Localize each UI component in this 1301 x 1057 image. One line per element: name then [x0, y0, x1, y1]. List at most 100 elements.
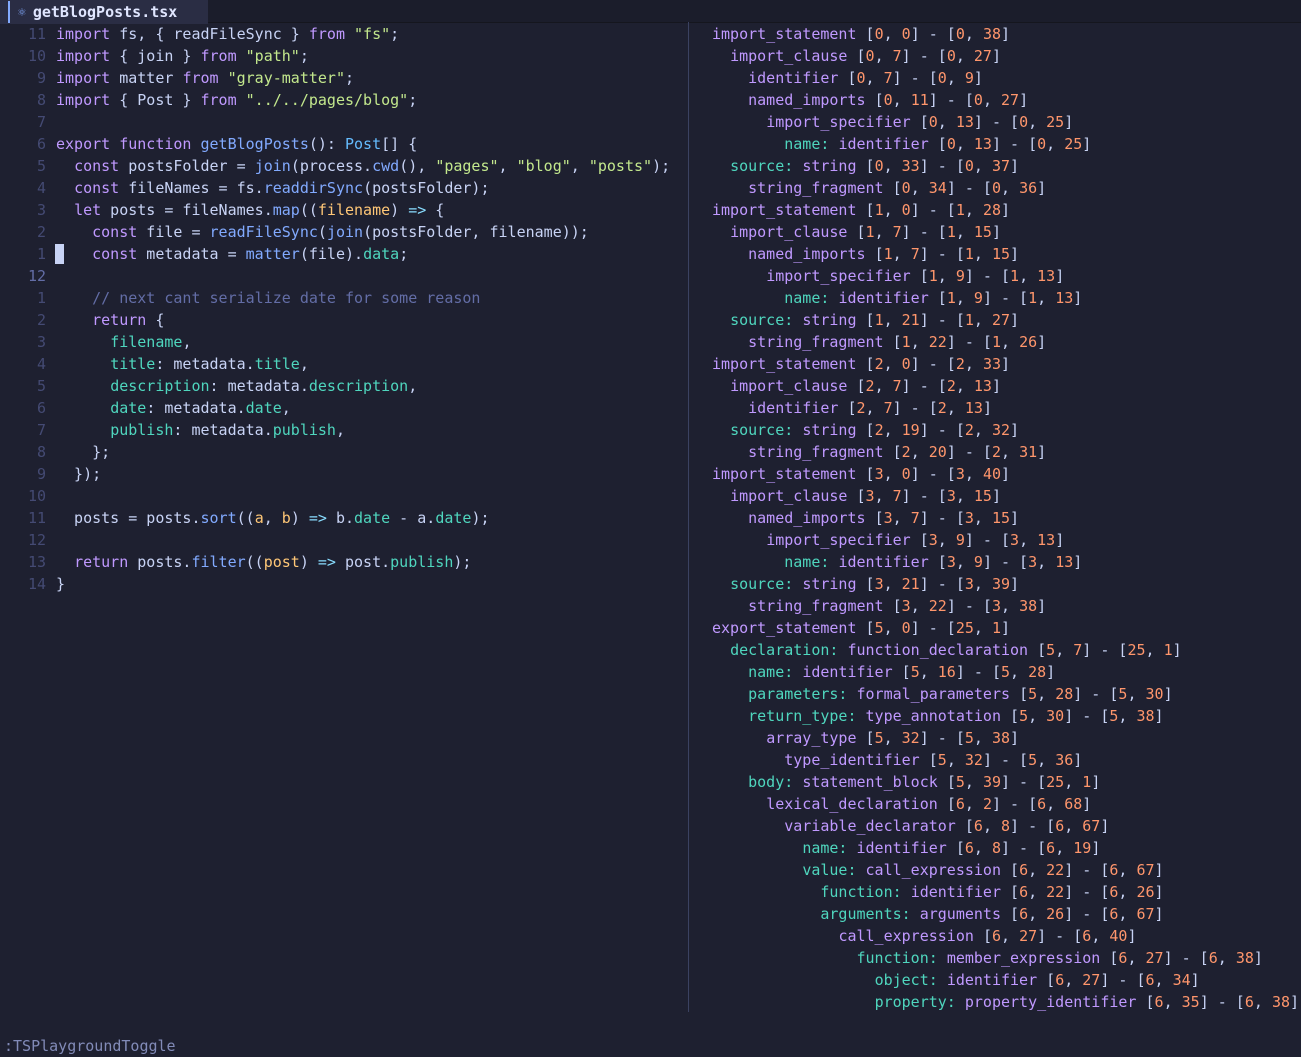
tree-node[interactable]: source: string [2, 19] - [2, 32] [712, 419, 1019, 441]
tree-node[interactable]: identifier [2, 7] - [2, 13] [712, 397, 992, 419]
tree-node[interactable]: array_type [5, 32] - [5, 38] [712, 727, 1019, 749]
line-number: 12 [27, 531, 46, 549]
line-number: 3 [36, 201, 46, 219]
tree-node[interactable]: name: identifier [0, 13] - [0, 25] [712, 133, 1091, 155]
tree-node[interactable]: named_imports [0, 11] - [0, 27] [712, 89, 1028, 111]
tab-getblogposts[interactable]: ⚛ getBlogPosts.tsx [0, 0, 208, 24]
line-number: 4 [36, 355, 46, 373]
tree-node[interactable]: import_clause [1, 7] - [1, 15] [712, 221, 1001, 243]
line-number: 11 [27, 509, 46, 527]
tree-node[interactable]: return_type: type_annotation [5, 30] - [… [712, 705, 1163, 727]
code-text: return { [92, 311, 165, 329]
tree-node[interactable]: import_specifier [3, 9] - [3, 13] [712, 529, 1064, 551]
line-number: 8 [36, 91, 46, 109]
code-editor[interactable]: 11 import fs, { readFileSync } from "fs";… [0, 22, 688, 1012]
code-text: import { Post } from "../../pages/blog"; [56, 91, 418, 109]
tree-node[interactable]: string_fragment [0, 34] - [0, 36] [712, 177, 1046, 199]
react-icon: ⚛ [18, 4, 26, 20]
tree-node[interactable]: named_imports [3, 7] - [3, 15] [712, 507, 1019, 529]
tree-node[interactable]: name: identifier [1, 9] - [1, 13] [712, 287, 1082, 309]
code-text: // next cant serialize date for some rea… [92, 289, 481, 307]
line-number: 12 [27, 267, 46, 285]
code-text: }; [56, 443, 111, 461]
code-text: date: metadata.date, [110, 399, 291, 417]
tree-node[interactable]: function: identifier [6, 22] - [6, 26] [712, 881, 1163, 903]
tree-node[interactable]: arguments: arguments [6, 26] - [6, 67] [712, 903, 1163, 925]
code-text: const file = readFileSync(join(postsFold… [92, 223, 589, 241]
tree-node[interactable]: import_clause [0, 7] - [0, 27] [712, 45, 1001, 67]
tab-active-indicator [8, 1, 10, 23]
tree-node[interactable]: source: string [3, 21] - [3, 39] [712, 573, 1019, 595]
code-text: return posts.filter((post) => post.publi… [74, 553, 472, 571]
code-text: } [56, 575, 66, 593]
tabline: ⚛ getBlogPosts.tsx [0, 0, 1301, 24]
tree-node[interactable]: import_statement [3, 0] - [3, 40] [712, 463, 1010, 485]
code-text: import { join } from "path"; [56, 47, 309, 65]
tree-node[interactable]: type_identifier [5, 32] - [5, 36] [712, 749, 1082, 771]
line-number: 1 [36, 245, 46, 263]
code-text: const fileNames = fs.readdirSync(postsFo… [74, 179, 490, 197]
tree-node[interactable]: import_specifier [0, 13] - [0, 25] [712, 111, 1073, 133]
command-line[interactable]: :TSPlaygroundToggle [4, 1035, 176, 1057]
line-number: 9 [36, 69, 46, 87]
line-number: 2 [36, 223, 46, 241]
tree-node[interactable]: lexical_declaration [6, 2] - [6, 68] [712, 793, 1091, 815]
tree-node[interactable]: value: call_expression [6, 22] - [6, 67] [712, 859, 1163, 881]
line-number: 2 [36, 311, 46, 329]
code-text: import fs, { readFileSync } from "fs"; [56, 25, 400, 43]
tree-node[interactable]: import_statement [2, 0] - [2, 33] [712, 353, 1010, 375]
code-text: filename, [110, 333, 192, 351]
tree-node[interactable]: body: statement_block [5, 39] - [25, 1] [712, 771, 1100, 793]
tree-node[interactable]: declaration: function_declaration [5, 7]… [712, 639, 1182, 661]
code-text: publish: metadata.publish, [110, 421, 345, 439]
tree-node[interactable]: property: property_identifier [6, 35] - … [712, 991, 1299, 1012]
line-number: 14 [27, 575, 46, 593]
code-text: export function getBlogPosts(): Post[] { [56, 135, 418, 153]
line-number: 6 [36, 135, 46, 153]
line-number: 10 [27, 487, 46, 505]
tree-node[interactable]: source: string [1, 21] - [1, 27] [712, 309, 1019, 331]
code-text: description: metadata.description, [110, 377, 418, 395]
code-text: posts = posts.sort((a, b) => b.date - a.… [56, 509, 490, 527]
text-cursor [55, 244, 64, 264]
tree-node[interactable]: import_specifier [1, 9] - [1, 13] [712, 265, 1064, 287]
line-number: 3 [36, 333, 46, 351]
tree-node[interactable]: import_statement [0, 0] - [0, 38] [712, 23, 1010, 45]
tree-node[interactable]: export_statement [5, 0] - [25, 1] [712, 617, 1010, 639]
code-text: const metadata = matter(file).data; [92, 245, 409, 263]
code-text: let posts = fileNames.map((filename) => … [74, 201, 445, 219]
tree-node[interactable]: call_expression [6, 27] - [6, 40] [712, 925, 1136, 947]
tree-node[interactable]: name: identifier [3, 9] - [3, 13] [712, 551, 1082, 573]
line-number: 6 [36, 399, 46, 417]
code-text: title: metadata.title, [110, 355, 309, 373]
tree-node[interactable]: import_clause [3, 7] - [3, 15] [712, 485, 1001, 507]
code-text: import matter from "gray-matter"; [56, 69, 355, 87]
tree-node[interactable]: string_fragment [2, 20] - [2, 31] [712, 441, 1046, 463]
tree-node[interactable]: import_clause [2, 7] - [2, 13] [712, 375, 1001, 397]
tree-node[interactable]: function: member_expression [6, 27] - [6… [712, 947, 1263, 969]
tree-node[interactable]: object: identifier [6, 27] - [6, 34] [712, 969, 1200, 991]
line-number: 5 [36, 157, 46, 175]
tree-node[interactable]: import_statement [1, 0] - [1, 28] [712, 199, 1010, 221]
tree-node[interactable]: name: identifier [6, 8] - [6, 19] [712, 837, 1100, 859]
tree-node[interactable]: string_fragment [3, 22] - [3, 38] [712, 595, 1046, 617]
tree-node[interactable]: source: string [0, 33] - [0, 37] [712, 155, 1019, 177]
treesitter-playground[interactable]: import_statement [0, 0] - [0, 38] import… [690, 22, 1301, 1012]
tree-node[interactable]: parameters: formal_parameters [5, 28] - … [712, 683, 1172, 705]
tree-node[interactable]: identifier [0, 7] - [0, 9] [712, 67, 983, 89]
line-number: 8 [36, 443, 46, 461]
line-number: 10 [27, 47, 46, 65]
line-number: 5 [36, 377, 46, 395]
line-number: 13 [27, 553, 46, 571]
tree-node[interactable]: variable_declarator [6, 8] - [6, 67] [712, 815, 1109, 837]
code-text: }); [56, 465, 102, 483]
split-divider[interactable] [688, 22, 689, 1012]
tree-node[interactable]: string_fragment [1, 22] - [1, 26] [712, 331, 1046, 353]
tree-node[interactable]: named_imports [1, 7] - [1, 15] [712, 243, 1019, 265]
tree-node[interactable]: name: identifier [5, 16] - [5, 28] [712, 661, 1055, 683]
line-number: 7 [36, 113, 46, 131]
line-number: 4 [36, 179, 46, 197]
line-number: 11 [27, 25, 46, 43]
code-text: const postsFolder = join(process.cwd(), … [74, 157, 671, 175]
line-number: 1 [36, 289, 46, 307]
